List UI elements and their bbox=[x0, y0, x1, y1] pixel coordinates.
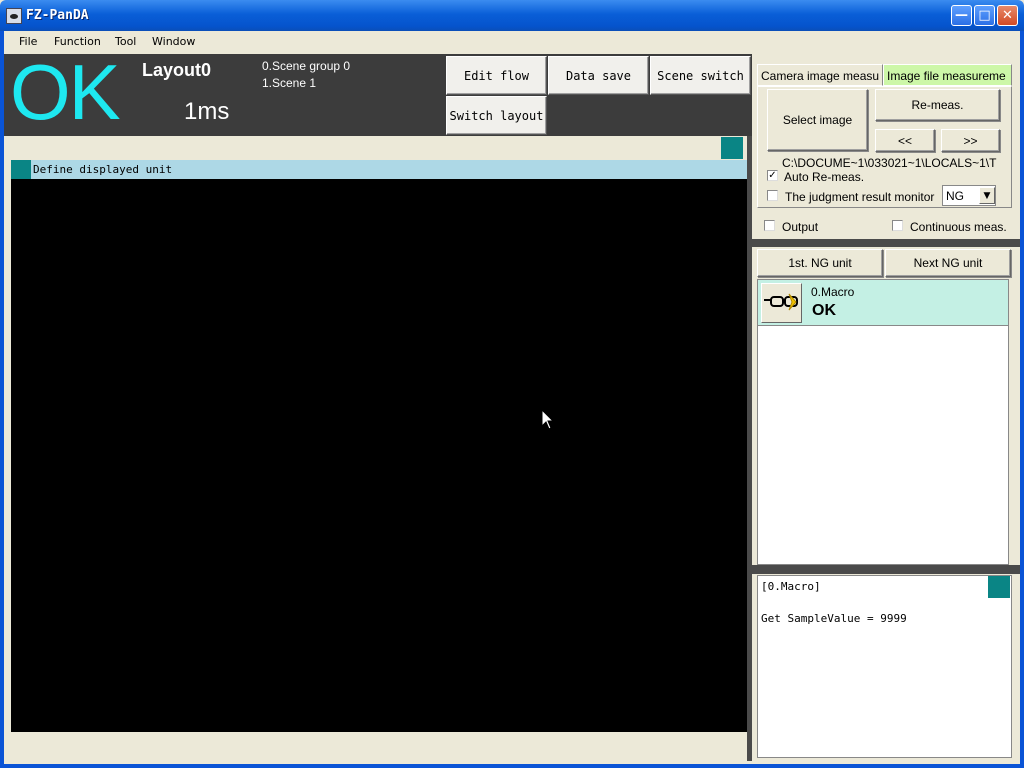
menu-window[interactable]: Window bbox=[152, 35, 195, 48]
next-image-button[interactable]: >> bbox=[941, 129, 1000, 152]
processing-time: 1ms bbox=[184, 98, 230, 125]
unit-name: 0.Macro bbox=[811, 285, 855, 299]
unit-result: OK bbox=[812, 302, 836, 319]
title-bar[interactable] bbox=[0, 0, 1024, 31]
first-ng-unit-button[interactable]: 1st. NG unit bbox=[757, 249, 883, 277]
image-area-top bbox=[4, 136, 752, 160]
menu-file[interactable]: File bbox=[19, 35, 37, 48]
remeas-button[interactable]: Re-meas. bbox=[875, 89, 1000, 121]
window-frame-right bbox=[1020, 31, 1024, 768]
tab-camera-measurement[interactable]: Camera image measu bbox=[757, 64, 883, 86]
scene-label: 1.Scene 1 bbox=[262, 76, 317, 90]
menu-tool[interactable]: Tool bbox=[115, 35, 136, 48]
prev-image-button[interactable]: << bbox=[875, 129, 935, 152]
maximize-button[interactable]: □ bbox=[974, 5, 995, 26]
continuous-meas-checkbox[interactable] bbox=[892, 220, 903, 231]
window-frame-bottom bbox=[0, 764, 1024, 768]
separator-line bbox=[747, 136, 752, 761]
output-checkbox[interactable] bbox=[764, 220, 775, 231]
auto-remeas-label: Auto Re-meas. bbox=[784, 170, 865, 184]
image-file-path: C:\DOCUME~1\033021~1\LOCALS~1\T bbox=[782, 156, 997, 170]
output-label: Output bbox=[782, 220, 819, 234]
window-title: FZ-PanDA bbox=[26, 8, 89, 23]
close-icon: ✕ bbox=[1002, 8, 1013, 23]
output-line: Get SampleValue = 9999 bbox=[761, 612, 907, 625]
continuous-meas-label: Continuous meas. bbox=[910, 220, 1007, 234]
judgment-select-value: NG bbox=[946, 189, 964, 203]
output-header: [0.Macro] bbox=[761, 580, 821, 593]
output-window-handle[interactable] bbox=[988, 576, 1010, 598]
menu-function[interactable]: Function bbox=[54, 35, 101, 48]
image-window-handle[interactable] bbox=[721, 137, 743, 159]
chevron-down-icon[interactable]: ▼ bbox=[979, 187, 995, 204]
scene-switch-button[interactable]: Scene switch bbox=[650, 56, 751, 95]
detail-output-panel[interactable] bbox=[757, 575, 1012, 758]
unit-bar-marker bbox=[11, 160, 31, 179]
image-display[interactable] bbox=[11, 179, 747, 732]
close-button[interactable]: ✕ bbox=[997, 5, 1018, 26]
layout-name: Layout0 bbox=[142, 60, 212, 80]
switch-layout-button[interactable]: Switch layout bbox=[446, 96, 547, 135]
data-save-button[interactable]: Data save bbox=[548, 56, 649, 95]
minimize-button[interactable]: — bbox=[951, 5, 972, 26]
judgement-result: OK bbox=[10, 48, 121, 136]
section-divider bbox=[752, 239, 1020, 247]
maximize-icon: □ bbox=[978, 8, 991, 23]
mouse-cursor-icon bbox=[541, 409, 555, 430]
judgment-monitor-label: The judgment result monitor bbox=[785, 190, 935, 204]
judgment-select[interactable]: NG ▼ bbox=[942, 185, 996, 206]
select-image-button[interactable]: Select image bbox=[767, 89, 868, 151]
judgment-monitor-checkbox[interactable] bbox=[767, 190, 778, 201]
section-divider-2 bbox=[752, 565, 1020, 574]
app-icon[interactable] bbox=[6, 8, 22, 24]
macro-unit-button[interactable] bbox=[761, 283, 802, 323]
next-ng-unit-button[interactable]: Next NG unit bbox=[885, 249, 1011, 277]
minimize-icon: — bbox=[955, 8, 968, 23]
edit-flow-button[interactable]: Edit flow bbox=[446, 56, 547, 95]
tab-image-file-measurement[interactable]: Image file measureme bbox=[883, 64, 1012, 86]
auto-remeas-checkbox[interactable]: ✓ bbox=[767, 170, 778, 181]
glasses-icon bbox=[764, 293, 798, 311]
unit-label: Define displayed unit bbox=[33, 163, 173, 176]
scene-group-label: 0.Scene group 0 bbox=[262, 59, 351, 73]
